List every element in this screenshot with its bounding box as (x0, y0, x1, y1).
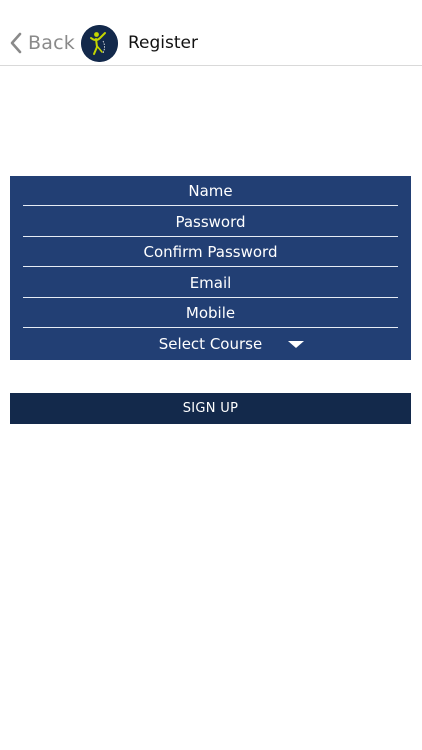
chevron-left-icon (10, 32, 22, 54)
app-logo (81, 25, 118, 62)
navigation-bar: Back Register (0, 0, 422, 66)
registration-form: Name Password Confirm Password Email Mob… (10, 176, 411, 360)
email-field[interactable]: Email (23, 268, 398, 298)
page-title: Register (128, 33, 198, 53)
course-select[interactable]: Select Course (23, 329, 398, 359)
name-field[interactable]: Name (23, 176, 398, 206)
back-label: Back (28, 32, 75, 54)
mobile-field[interactable]: Mobile (23, 298, 398, 328)
password-field[interactable]: Password (23, 207, 398, 237)
confirm-password-field[interactable]: Confirm Password (23, 237, 398, 267)
caret-down-icon (288, 341, 304, 348)
sign-up-button[interactable]: SIGN UP (10, 393, 411, 424)
course-select-label: Select Course (158, 335, 263, 353)
back-button[interactable]: Back (10, 28, 75, 58)
